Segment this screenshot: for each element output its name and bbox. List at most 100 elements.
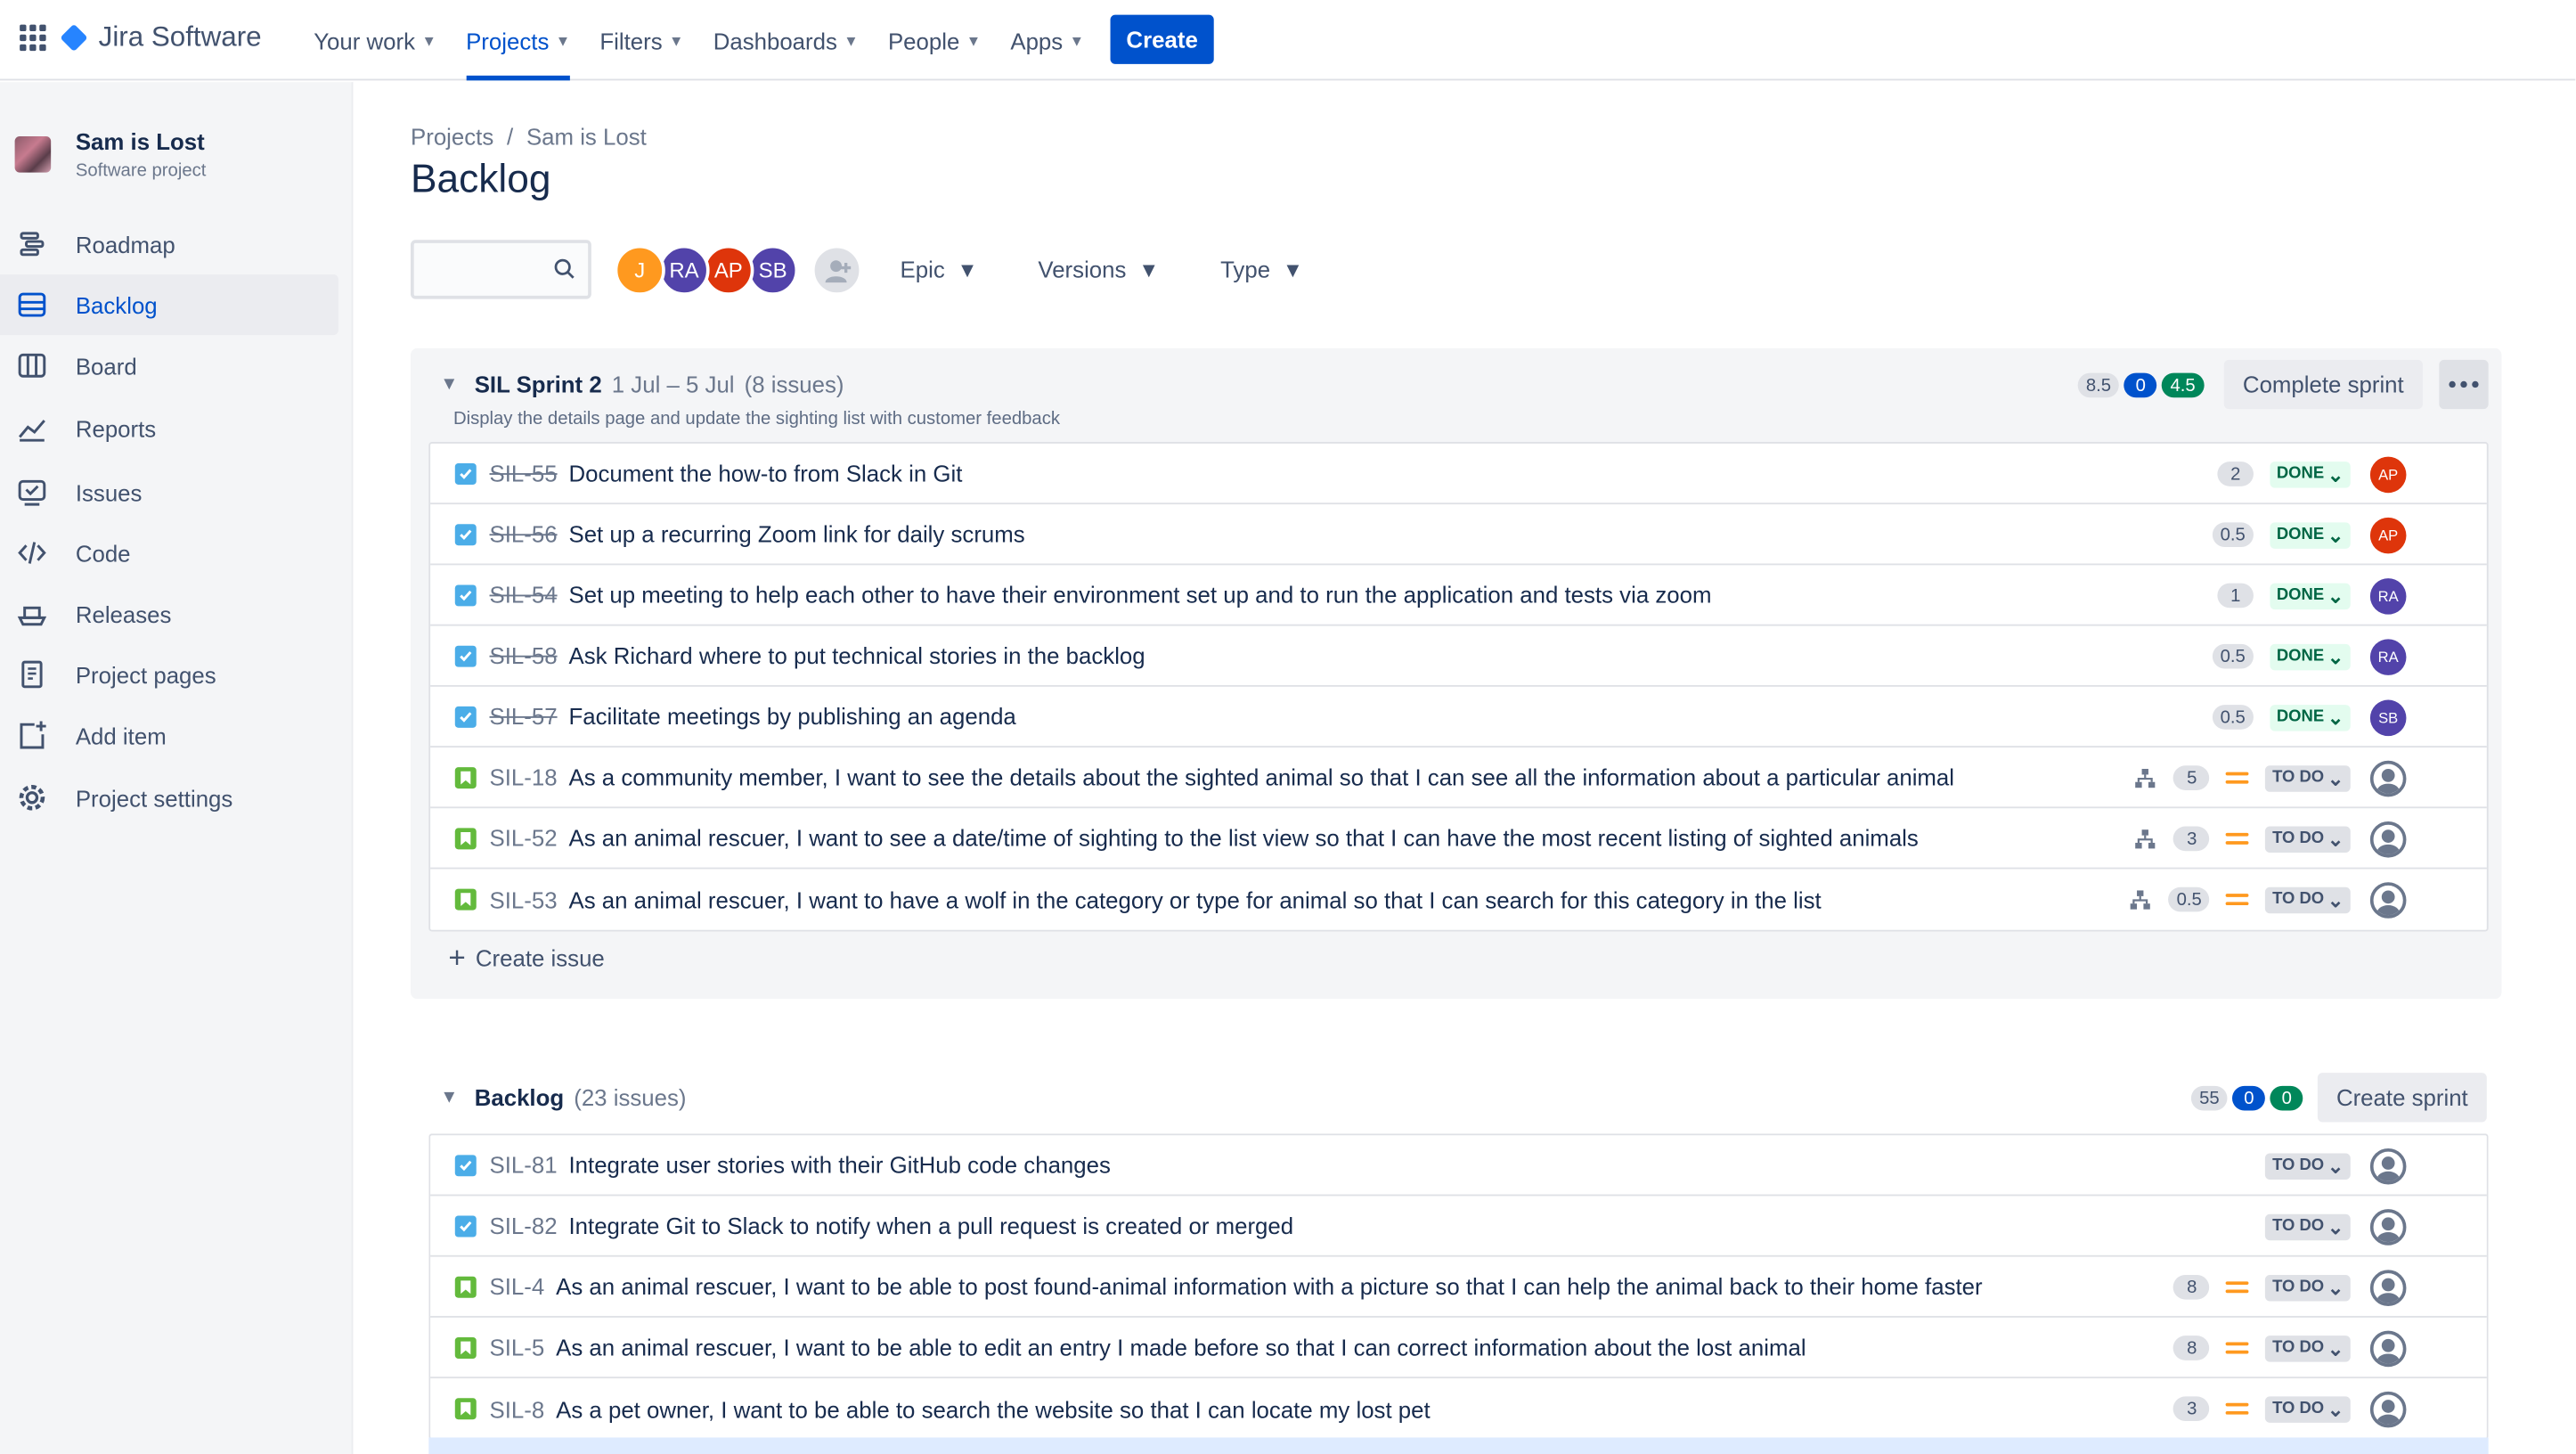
sidebar-item-roadmap[interactable]: Roadmap — [0, 214, 338, 274]
issue-key[interactable]: SIL-18 — [490, 764, 558, 790]
sidebar-item-backlog[interactable]: Backlog — [0, 274, 338, 336]
issue-row[interactable]: SIL-57 Facilitate meetings by publishing … — [430, 687, 2487, 748]
avatar-sb[interactable]: SB — [747, 244, 799, 296]
avatar-j[interactable]: J — [614, 244, 665, 296]
nav-filters[interactable]: Filters ▼ — [599, 0, 683, 80]
issue-key[interactable]: SIL-55 — [490, 460, 558, 486]
status-label: DONE — [2276, 586, 2325, 605]
create-sprint-button[interactable]: Create sprint — [2317, 1073, 2487, 1123]
child-issues-icon[interactable] — [2129, 888, 2152, 911]
breadcrumb-project[interactable]: Sam is Lost — [526, 123, 647, 150]
sidebar-item-code[interactable]: Code — [0, 522, 338, 583]
filter-type[interactable]: Type ▾ — [1220, 255, 1299, 284]
issue-key[interactable]: SIL-57 — [490, 703, 558, 730]
avatar-ra[interactable]: RA — [658, 244, 710, 296]
status-dropdown[interactable]: DONE ⌄ — [2270, 582, 2351, 609]
unassigned-avatar-icon[interactable] — [2369, 1329, 2407, 1367]
sidebar-item-releases[interactable]: Releases — [0, 584, 338, 644]
status-dropdown[interactable]: DONE ⌄ — [2270, 461, 2351, 487]
status-dropdown[interactable]: TO DO ⌄ — [2265, 825, 2351, 853]
points-todo: 55 — [2190, 1085, 2228, 1111]
issue-key[interactable]: SIL-53 — [490, 886, 558, 913]
complete-sprint-button[interactable]: Complete sprint — [2223, 359, 2423, 410]
child-issues-icon[interactable] — [2134, 766, 2157, 789]
create-issue-button[interactable]: + Create issue — [448, 943, 604, 972]
issue-row[interactable]: SIL-54 Set up meeting to help each other … — [430, 565, 2487, 626]
issue-row[interactable]: SIL-5 As an animal rescuer, I want to be … — [430, 1318, 2487, 1379]
sidebar-item-add-item[interactable]: Add item — [0, 705, 338, 765]
status-label: TO DO — [2272, 890, 2325, 909]
chevron-down-icon[interactable]: ▼ — [440, 374, 458, 394]
status-dropdown[interactable]: DONE ⌄ — [2270, 642, 2351, 670]
assignee-avatar[interactable]: AP — [2369, 516, 2407, 553]
sidebar-item-issues[interactable]: Issues — [0, 462, 338, 522]
jira-logo[interactable]: Jira Software — [60, 21, 262, 54]
issue-row[interactable]: SIL-52 As an animal rescuer, I want to se… — [430, 808, 2487, 870]
search-input[interactable] — [411, 240, 591, 299]
sidebar-item-project-settings[interactable]: Project settings — [0, 767, 338, 828]
unassigned-avatar-icon[interactable] — [2369, 1208, 2407, 1245]
status-dropdown[interactable]: TO DO ⌄ — [2265, 1152, 2351, 1180]
unassigned-avatar-icon[interactable] — [2369, 1390, 2407, 1427]
nav-people[interactable]: People ▼ — [888, 0, 981, 80]
chevron-down-icon: ⌄ — [2327, 644, 2344, 668]
nav-dashboards[interactable]: Dashboards ▼ — [713, 0, 859, 80]
unassigned-avatar-icon[interactable] — [2369, 881, 2407, 918]
avatar-ap[interactable]: AP — [703, 244, 754, 296]
issue-key[interactable]: SIL-58 — [490, 642, 558, 669]
unassigned-avatar-icon[interactable] — [2369, 1148, 2407, 1184]
issue-key[interactable]: SIL-5 — [490, 1334, 545, 1360]
status-dropdown[interactable]: TO DO ⌄ — [2265, 764, 2351, 791]
priority-medium-icon — [2226, 766, 2250, 789]
status-dropdown[interactable]: DONE ⌄ — [2270, 521, 2351, 548]
sidebar-item-board[interactable]: Board — [0, 335, 338, 396]
filter-versions[interactable]: Versions ▾ — [1038, 255, 1154, 284]
issue-row[interactable]: SIL-56 Set up a recurring Zoom link for d… — [430, 504, 2487, 566]
issue-row[interactable]: SIL-81 Integrate user stories with their … — [430, 1135, 2487, 1197]
status-dropdown[interactable]: TO DO ⌄ — [2265, 886, 2351, 913]
status-dropdown[interactable]: DONE ⌄ — [2270, 704, 2351, 731]
filter-epic[interactable]: Epic ▾ — [901, 255, 974, 284]
issue-key[interactable]: SIL-4 — [490, 1273, 545, 1300]
status-dropdown[interactable]: TO DO ⌄ — [2265, 1395, 2351, 1422]
nav-your-work[interactable]: Your work ▼ — [314, 0, 436, 80]
issue-key[interactable]: SIL-82 — [490, 1213, 558, 1239]
app-switcher-icon[interactable] — [20, 24, 46, 52]
add-people-icon[interactable] — [811, 244, 863, 296]
more-actions-button[interactable] — [2439, 359, 2489, 410]
chevron-down-icon[interactable]: ▼ — [440, 1088, 458, 1107]
status-dropdown[interactable]: TO DO ⌄ — [2265, 1274, 2351, 1301]
issue-row[interactable]: SIL-53 As an animal rescuer, I want to ha… — [430, 869, 2487, 929]
nav-projects[interactable]: Projects ▼ — [466, 0, 570, 81]
issue-key[interactable]: SIL-52 — [490, 825, 558, 852]
issue-key[interactable]: SIL-54 — [490, 582, 558, 609]
breadcrumb-projects[interactable]: Projects — [411, 123, 493, 150]
issue-key[interactable]: SIL-81 — [490, 1152, 558, 1179]
assignee-avatar[interactable]: AP — [2369, 455, 2407, 493]
unassigned-avatar-icon[interactable] — [2369, 821, 2407, 857]
create-button[interactable]: Create — [1110, 14, 1214, 64]
assignee-avatar[interactable]: RA — [2369, 577, 2407, 614]
status-dropdown[interactable]: TO DO ⌄ — [2265, 1213, 2351, 1240]
sidebar-item-reports[interactable]: Reports — [0, 397, 338, 458]
issue-row[interactable]: SIL-18 As a community member, I want to s… — [430, 747, 2487, 809]
sidebar-item-project-pages[interactable]: Project pages — [0, 644, 338, 705]
project-header[interactable]: Sam is Lost Software project — [14, 128, 206, 181]
backlog-header[interactable]: ▼ Backlog (23 issues) — [440, 1084, 686, 1111]
issue-row[interactable]: SIL-58 Ask Richard where to put technical… — [430, 626, 2487, 687]
assignee-avatar[interactable]: SB — [2369, 698, 2407, 736]
sprint-header[interactable]: ▼ SIL Sprint 2 1 Jul – 5 Jul (8 issues) — [440, 372, 844, 398]
issue-row[interactable]: SIL-82 Integrate Git to Slack to notify w… — [430, 1196, 2487, 1257]
assignee-avatar[interactable]: RA — [2369, 638, 2407, 674]
issue-row[interactable]: SIL-8 As a pet owner, I want to be able t… — [430, 1378, 2487, 1439]
issue-key[interactable]: SIL-56 — [490, 521, 558, 548]
child-issues-icon[interactable] — [2134, 827, 2157, 850]
issue-key[interactable]: SIL-8 — [490, 1395, 545, 1422]
project-sidebar: Sam is Lost Software project Roadmap Back… — [0, 82, 354, 1454]
status-dropdown[interactable]: TO DO ⌄ — [2265, 1335, 2351, 1361]
issue-row[interactable]: SIL-4 As an animal rescuer, I want to be … — [430, 1257, 2487, 1318]
issue-row[interactable]: SIL-55 Document the how-to from Slack in … — [430, 444, 2487, 505]
unassigned-avatar-icon[interactable] — [2369, 759, 2407, 796]
unassigned-avatar-icon[interactable] — [2369, 1269, 2407, 1306]
nav-apps[interactable]: Apps ▼ — [1010, 0, 1084, 80]
